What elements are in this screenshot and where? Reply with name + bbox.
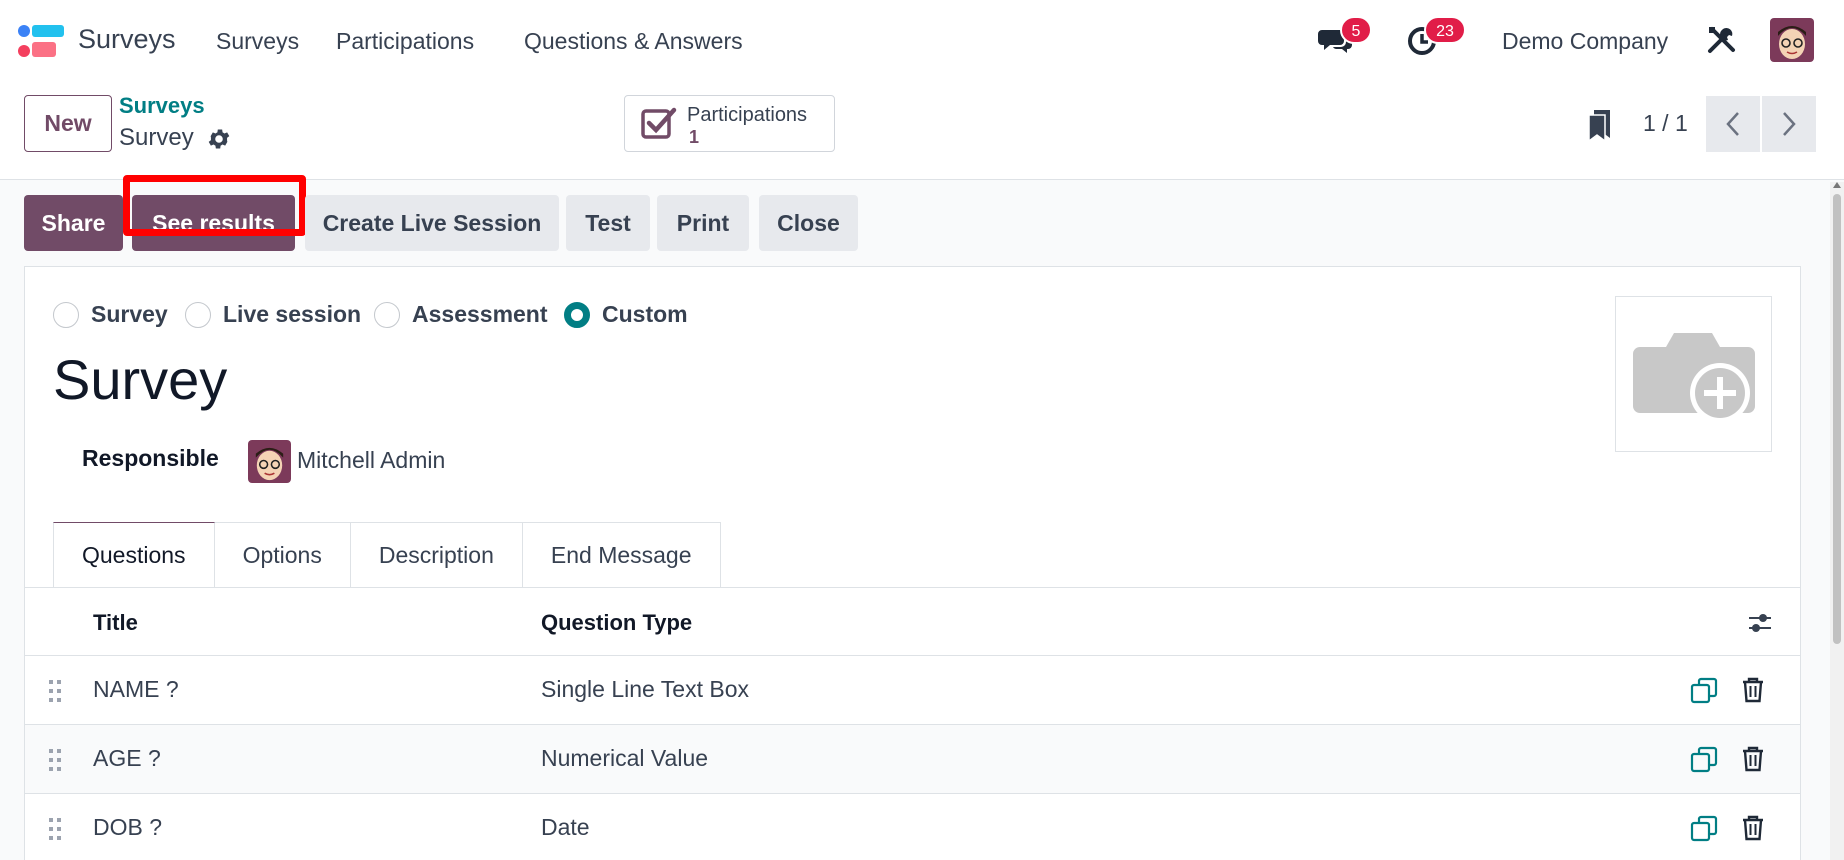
radio-dot	[185, 301, 211, 328]
chevron-right-icon	[1783, 112, 1796, 136]
responsible-avatar	[248, 440, 291, 483]
page-scrollbar[interactable]	[1830, 182, 1844, 860]
responsible-field[interactable]: Mitchell Admin	[297, 447, 445, 474]
row-question-type: Single Line Text Box	[541, 676, 749, 702]
table-row[interactable]: AGE ? Numerical Value	[25, 725, 1800, 794]
radio-dot	[374, 301, 400, 328]
survey-image-upload[interactable]	[1615, 296, 1772, 452]
duplicate-icon[interactable]	[1690, 815, 1718, 843]
radio-dot	[53, 301, 79, 328]
table-row[interactable]: DOB ? Date	[25, 794, 1800, 860]
tab-description[interactable]: Description	[350, 522, 523, 588]
radio-dot-checked	[564, 301, 590, 328]
stat-value: 1	[689, 127, 700, 147]
radio-live-session[interactable]: Live session	[185, 301, 361, 328]
row-question-type: Date	[541, 814, 590, 840]
responsible-label: Responsible	[82, 445, 219, 471]
duplicate-icon[interactable]	[1690, 746, 1718, 774]
tab-options[interactable]: Options	[214, 522, 351, 588]
close-button[interactable]: Close	[759, 195, 858, 251]
control-panel: New Surveys Survey Participations 1 1 / …	[0, 82, 1844, 180]
notebook-tabs: Questions Options Description End Messag…	[53, 522, 721, 590]
radio-label: Custom	[602, 301, 688, 327]
chevron-left-icon	[1726, 112, 1739, 136]
menu-questions-answers[interactable]: Questions & Answers	[524, 28, 743, 55]
radio-assessment[interactable]: Assessment	[374, 301, 548, 328]
avatar-image	[248, 440, 291, 483]
share-button[interactable]: Share	[24, 195, 123, 251]
activities-badge: 23	[1424, 16, 1466, 44]
trash-icon[interactable]	[1741, 676, 1765, 704]
table-row[interactable]: NAME ? Single Line Text Box	[25, 656, 1800, 725]
drag-handle-icon[interactable]	[47, 678, 63, 704]
radio-label: Live session	[223, 301, 362, 327]
create-live-session-button[interactable]: Create Live Session	[305, 195, 559, 251]
surveys-app-logo[interactable]	[18, 24, 66, 58]
radio-label: Survey	[91, 301, 168, 327]
gear-icon[interactable]	[206, 126, 232, 152]
duplicate-icon[interactable]	[1690, 677, 1718, 705]
checkbox-icon	[641, 107, 677, 139]
camera-plus-icon	[1632, 333, 1755, 423]
table-header: Title Question Type	[25, 587, 1800, 656]
row-title: AGE ?	[93, 745, 161, 771]
trash-icon[interactable]	[1741, 745, 1765, 773]
drag-handle-icon[interactable]	[47, 747, 63, 773]
questions-table: Title Question Type NAME ? Single Line T…	[25, 587, 1800, 860]
menu-surveys[interactable]: Surveys	[216, 28, 299, 55]
highlight-box	[123, 175, 306, 236]
tools-icon[interactable]	[1706, 24, 1738, 56]
pager-next-button[interactable]	[1762, 96, 1816, 152]
new-button[interactable]: New	[24, 95, 112, 152]
breadcrumb-current: Survey	[119, 124, 194, 151]
drag-handle-icon[interactable]	[47, 816, 63, 842]
app-name[interactable]: Surveys	[78, 24, 176, 55]
company-switcher[interactable]: Demo Company	[1502, 28, 1668, 55]
column-title[interactable]: Title	[93, 610, 138, 636]
radio-label: Assessment	[412, 301, 548, 327]
survey-title-field[interactable]: Survey	[53, 347, 227, 412]
tab-questions[interactable]: Questions	[53, 522, 215, 588]
participations-stat-button[interactable]: Participations 1	[624, 95, 835, 152]
test-button[interactable]: Test	[566, 195, 650, 251]
row-title: NAME ?	[93, 676, 179, 702]
form-sheet: Survey Live session Assessment Custom Su…	[24, 266, 1801, 860]
radio-custom[interactable]: Custom	[564, 301, 688, 328]
print-button[interactable]: Print	[657, 195, 749, 251]
breadcrumb-surveys[interactable]: Surveys	[119, 93, 205, 119]
bookmark-icon[interactable]	[1586, 108, 1614, 142]
stat-label: Participations	[687, 104, 808, 126]
avatar-image	[1770, 18, 1814, 62]
pager-value[interactable]: 1 / 1	[1643, 110, 1688, 137]
menu-participations[interactable]: Participations	[336, 28, 474, 55]
messages-badge: 5	[1340, 16, 1372, 44]
tab-end-message[interactable]: End Message	[522, 522, 721, 588]
top-navbar: Surveys Surveys Participations Questions…	[0, 0, 1844, 82]
scroll-up-arrow-icon[interactable]	[1833, 182, 1841, 188]
row-title: DOB ?	[93, 814, 163, 840]
row-question-type: Numerical Value	[541, 745, 709, 771]
radio-survey[interactable]: Survey	[53, 301, 168, 328]
user-avatar[interactable]	[1770, 18, 1814, 62]
column-question-type[interactable]: Question Type	[541, 610, 692, 636]
trash-icon[interactable]	[1741, 814, 1765, 842]
column-settings-icon[interactable]	[1747, 610, 1773, 636]
pager-previous-button[interactable]	[1706, 96, 1760, 152]
scroll-thumb[interactable]	[1833, 194, 1841, 644]
